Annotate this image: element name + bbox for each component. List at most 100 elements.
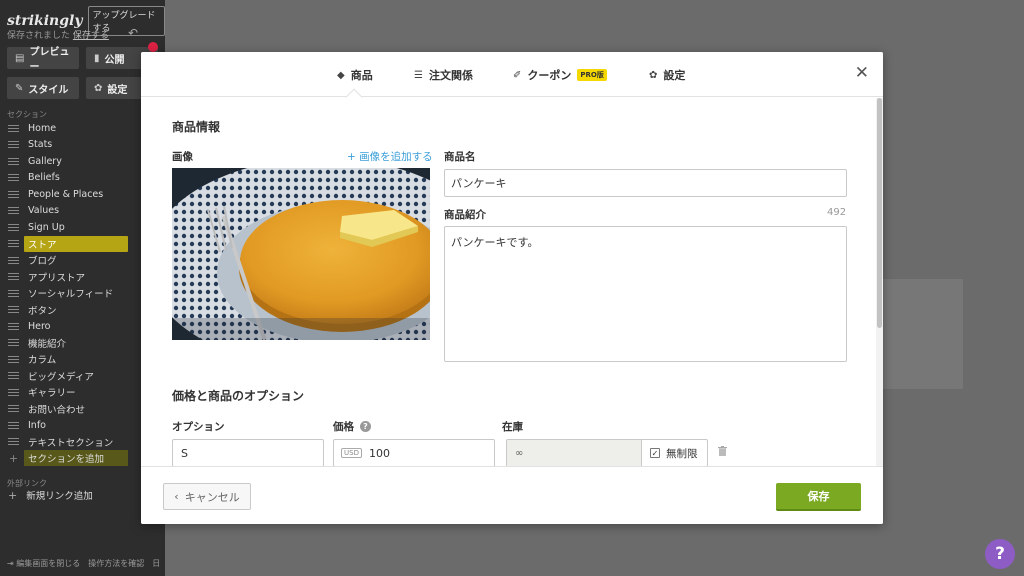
product-editor-modal: ◆ 商品 ☰ 注文関係 ✐ クーポン PRO版 ✿ 設定 ✕ 商品情報 画像 +… xyxy=(141,52,883,524)
drag-handle-icon[interactable] xyxy=(8,223,19,231)
tab-product[interactable]: ◆ 商品 xyxy=(337,67,373,83)
close-icon[interactable]: ✕ xyxy=(855,63,869,83)
section-label: Values xyxy=(28,205,60,217)
drag-handle-icon[interactable] xyxy=(8,405,19,413)
close-editor-link[interactable]: ⇥ 編集画面を閉じる xyxy=(7,558,80,569)
drag-handle-icon[interactable] xyxy=(8,421,19,429)
drag-handle-icon[interactable] xyxy=(8,289,19,297)
pro-badge: PRO版 xyxy=(577,69,607,81)
section-label: ストア xyxy=(24,235,128,252)
drag-handle-icon[interactable] xyxy=(8,306,19,314)
tab-label: 商品 xyxy=(350,69,373,82)
cancel-button[interactable]: ‹ キャンセル xyxy=(163,483,251,510)
tab-label: 設定 xyxy=(663,69,686,82)
scrollbar-thumb[interactable] xyxy=(877,98,882,328)
saved-text: 保存されました xyxy=(7,31,71,41)
tab-coupon[interactable]: ✐ クーポン PRO版 xyxy=(513,67,607,83)
modal-tab-bar: ◆ 商品 ☰ 注文関係 ✐ クーポン PRO版 ✿ 設定 ✕ xyxy=(141,52,883,97)
background-content xyxy=(883,279,963,389)
section-label: テキストセクション xyxy=(28,437,114,449)
cancel-label: キャンセル xyxy=(184,490,240,504)
save-link[interactable]: 保存する xyxy=(73,31,109,41)
unlimited-toggle[interactable]: ✓ 無制限 xyxy=(642,440,698,466)
save-status: 保存されました 保存する xyxy=(7,28,109,41)
price-field[interactable]: USD xyxy=(333,439,495,466)
drag-handle-icon[interactable] xyxy=(8,256,19,264)
drag-handle-icon[interactable] xyxy=(8,322,19,330)
add-image-link[interactable]: + 画像を追加する xyxy=(347,149,433,164)
plus-icon: + xyxy=(8,451,19,465)
notification-badge xyxy=(148,42,158,52)
description-char-count: 492 xyxy=(827,207,847,218)
option-label: オプション xyxy=(172,421,225,433)
section-label: ブログ xyxy=(28,256,57,268)
drag-handle-icon[interactable] xyxy=(8,388,19,396)
preview-icon: ▤ xyxy=(15,52,25,64)
drag-handle-icon[interactable] xyxy=(8,438,19,446)
description-label: 商品紹介 xyxy=(444,209,486,221)
close-editor-label: 編集画面を閉じる xyxy=(16,559,81,568)
settings-label: 設定 xyxy=(107,84,128,96)
drag-handle-icon[interactable] xyxy=(8,273,19,281)
sidebar-footer: ⇥ 編集画面を閉じる 操作方法を確認 日 xyxy=(7,558,160,569)
section-label: 機能紹介 xyxy=(28,338,67,350)
section-label: People & Places xyxy=(28,188,104,200)
strikingly-logo: strikingly xyxy=(7,13,83,29)
section-label: Stats xyxy=(28,139,53,151)
section-label: Beliefs xyxy=(28,172,60,184)
drag-handle-icon[interactable] xyxy=(8,372,19,380)
how-to-link[interactable]: 操作方法を確認 xyxy=(88,558,144,569)
add-link-button[interactable]: + 新規リンク追加 xyxy=(8,488,93,503)
product-name-input[interactable] xyxy=(444,169,847,197)
add-link-label: 新規リンク追加 xyxy=(26,491,93,502)
modal-scrollbar[interactable] xyxy=(876,98,883,466)
preview-button[interactable]: ▤ プレビュー xyxy=(7,47,79,73)
modal-body: 商品情報 画像 + 画像を追加する 商品名 パンケーキ 商品紹介 492 パンケ… xyxy=(141,98,883,466)
stock-field: ∞ ✓ 無制限 xyxy=(506,439,708,466)
exit-icon: ⇥ xyxy=(7,559,17,568)
ticket-icon: ✐ xyxy=(513,69,522,81)
unlimited-label: 無制限 xyxy=(666,447,698,460)
section-label: アプリストア xyxy=(28,272,86,284)
tab-label: クーポン xyxy=(527,69,572,82)
section-label: ソーシャルフィード xyxy=(28,289,114,301)
stock-input: ∞ xyxy=(507,440,642,466)
product-info-title: 商品情報 xyxy=(172,120,221,134)
publish-label: 公開 xyxy=(104,54,125,66)
plus-icon: + xyxy=(8,488,18,502)
price-label: 価格 xyxy=(333,421,354,433)
product-name-label: 商品名 xyxy=(444,151,476,163)
drag-handle-icon[interactable] xyxy=(8,355,19,363)
trash-icon[interactable] xyxy=(718,446,727,456)
unlimited-checkbox[interactable]: ✓ xyxy=(650,448,660,458)
save-button[interactable]: 保存 xyxy=(776,483,861,511)
drag-handle-icon[interactable] xyxy=(8,190,19,198)
image-label: 画像 xyxy=(172,151,193,163)
tab-label: 注文関係 xyxy=(428,69,473,82)
option-input[interactable] xyxy=(172,439,324,466)
section-label: ギャラリー xyxy=(28,388,76,400)
drag-handle-icon[interactable] xyxy=(8,207,19,215)
tab-settings[interactable]: ✿ 設定 xyxy=(649,67,685,83)
drag-handle-icon[interactable] xyxy=(8,141,19,149)
help-icon[interactable]: ? xyxy=(360,421,371,432)
help-button[interactable]: ? xyxy=(985,539,1015,569)
style-button[interactable]: ✎ スタイル xyxy=(7,77,79,99)
drag-handle-icon[interactable] xyxy=(8,157,19,165)
drag-handle-icon[interactable] xyxy=(8,339,19,347)
gear-icon: ✿ xyxy=(649,69,658,81)
description-textarea[interactable]: パンケーキです。 xyxy=(444,226,847,362)
section-label: Sign Up xyxy=(28,221,65,233)
drag-handle-icon[interactable] xyxy=(8,240,19,248)
drag-handle-icon[interactable] xyxy=(8,124,19,132)
drag-handle-icon[interactable] xyxy=(8,174,19,182)
tab-orders[interactable]: ☰ 注文関係 xyxy=(414,67,473,83)
price-input[interactable] xyxy=(368,446,469,460)
pancake-photo xyxy=(172,168,430,340)
product-image[interactable] xyxy=(172,168,430,340)
price-label-wrap: 価格? xyxy=(333,419,371,434)
gear-icon: ✿ xyxy=(94,82,103,94)
language-toggle[interactable]: 日 xyxy=(152,558,160,569)
undo-icon[interactable]: ↶ xyxy=(128,26,138,40)
modal-footer: ‹ キャンセル 保存 xyxy=(141,466,883,524)
